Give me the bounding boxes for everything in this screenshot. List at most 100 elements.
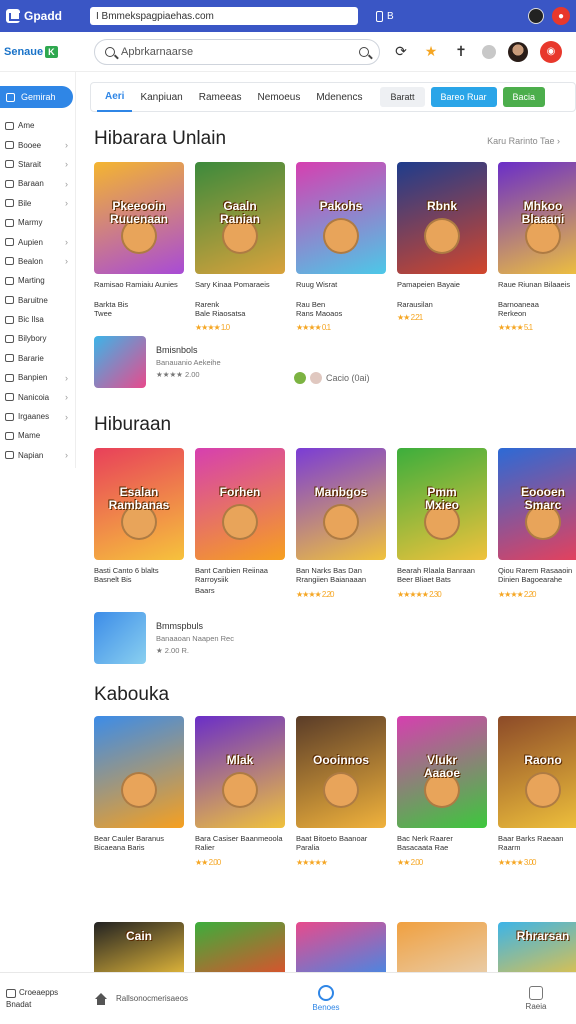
sidebar-item[interactable]: Bealon › bbox=[0, 252, 75, 271]
tab-4[interactable]: Mdenencs bbox=[308, 82, 370, 112]
app-card[interactable]: Manbgos Ban Narks Bas Dan Rrangiien Baian… bbox=[296, 448, 386, 599]
app-thumbnail[interactable]: Vlukr Aaaoe bbox=[397, 716, 487, 828]
app-card[interactable]: Pmm Mxieo Bearah Rlaala Banraan Beer Blia… bbox=[397, 448, 487, 599]
bottom-nav-left[interactable]: Croeaepps Bnadat bbox=[0, 987, 76, 1009]
sidebar-item[interactable]: Nanicoia › bbox=[0, 387, 75, 406]
app-thumbnail[interactable] bbox=[94, 716, 184, 828]
search-input[interactable]: Apbrkarnaarse bbox=[121, 46, 353, 58]
primary-action-button[interactable]: Bareo Ruar bbox=[430, 87, 497, 107]
app-thumbnail[interactable]: Manbgos bbox=[296, 448, 386, 560]
app-card[interactable]: Rhrarsan bbox=[498, 922, 576, 972]
tab-3[interactable]: Nemoeus bbox=[250, 82, 309, 112]
sidebar-item[interactable]: Marmy bbox=[0, 213, 75, 232]
bottom-nav-more[interactable]: Raeia bbox=[496, 986, 576, 1011]
chevron-right-icon: › bbox=[65, 140, 68, 151]
app-card[interactable]: Mlak Bara Casiser Baanmeoola Ralier ★★ 2.0… bbox=[195, 716, 285, 867]
device-indicator[interactable]: B bbox=[376, 10, 394, 22]
app-thumbnail[interactable]: Mhkoo Blaaani bbox=[498, 162, 576, 274]
app-thumbnail[interactable] bbox=[195, 922, 285, 972]
sidebar-item[interactable]: Bararie bbox=[0, 349, 75, 368]
app-thumbnail[interactable]: Rbnk bbox=[397, 162, 487, 274]
pill-filter[interactable]: Cacio (0ai) bbox=[294, 372, 370, 384]
app-thumbnail[interactable] bbox=[296, 922, 386, 972]
see-all-link[interactable]: Karu Rarinto Tae › bbox=[487, 136, 560, 146]
sidebar-item[interactable]: Baraan › bbox=[0, 174, 75, 193]
status-dot-icon[interactable] bbox=[482, 44, 496, 59]
sidebar-item-label: Bilybory bbox=[18, 334, 47, 344]
sidebar-item[interactable]: Aupien › bbox=[0, 232, 75, 251]
mini-app-1[interactable]: Bmisnbols Banauanio Aekeihe ★★★★ 2.00 bbox=[94, 336, 221, 388]
browser-notification-icon[interactable]: ● bbox=[552, 7, 570, 25]
app-card[interactable]: Rbnk Pamapeien Bayaie Rarausilan ★★ 2.21 bbox=[397, 162, 487, 332]
app-thumbnail[interactable]: Oooinnos bbox=[296, 716, 386, 828]
app-thumbnail[interactable]: Pmm Mxieo bbox=[397, 448, 487, 560]
sidebar-item-label: Mame bbox=[18, 431, 41, 441]
app-card[interactable]: Vlukr Aaaoe Bac Nerk Raarer Basacaata Rae… bbox=[397, 716, 487, 867]
app-card[interactable] bbox=[195, 922, 285, 972]
app-card[interactable]: Pakohs Ruug Wisrat Rau Ben Rans Maoaos ★★★★ … bbox=[296, 162, 386, 332]
app-card[interactable]: Pkeeooin Ruuenaan Ramisao Ramiaiu Aunies B… bbox=[94, 162, 184, 332]
sidebar-item-active[interactable]: Gemirah bbox=[0, 86, 73, 108]
sidebar-item[interactable]: Bile › bbox=[0, 194, 75, 213]
tab-0[interactable]: Aeri bbox=[97, 82, 133, 112]
sidebar-item[interactable]: Mame bbox=[0, 426, 75, 445]
sidebar-item[interactable]: Bic Ilsa bbox=[0, 310, 75, 329]
app-thumbnail[interactable]: Rhrarsan bbox=[498, 922, 576, 972]
app-thumbnail[interactable]: Gaaln Ranian bbox=[195, 162, 285, 274]
app-card[interactable]: Forhen Bant Canbien Reiinaa Rarroysiik Baa… bbox=[195, 448, 285, 599]
app-card[interactable] bbox=[397, 922, 487, 972]
sidebar-item[interactable]: Ame bbox=[0, 116, 75, 135]
search-submit-icon[interactable] bbox=[359, 46, 369, 57]
app-thumbnail[interactable]: Mlak bbox=[195, 716, 285, 828]
tab-2[interactable]: Rameeas bbox=[191, 82, 250, 112]
sidebar-item-icon bbox=[5, 431, 14, 440]
sidebar-item[interactable]: Irgaanes › bbox=[0, 407, 75, 426]
notifications-icon[interactable]: ◉ bbox=[540, 40, 562, 63]
filter-button[interactable]: Baratt bbox=[380, 87, 425, 107]
app-card[interactable]: Esalan Rambanas Basti Canto 6 blalts Basn… bbox=[94, 448, 184, 599]
sidebar-item[interactable]: Banpien › bbox=[0, 368, 75, 387]
user-avatar[interactable] bbox=[508, 41, 528, 62]
brand-logo[interactable]: Senaue K bbox=[0, 45, 80, 58]
thumbnail-title: Esalan Rambanas bbox=[108, 485, 170, 512]
mini-app-2[interactable]: Bmmspbuls Banaaoan Naapen Rec ★ 2.00 R. bbox=[94, 612, 234, 664]
app-thumbnail[interactable]: Pkeeooin Ruuenaan bbox=[94, 162, 184, 274]
sidebar-item[interactable]: Marting bbox=[0, 271, 75, 290]
chevron-right-icon: › bbox=[65, 237, 68, 248]
app-thumbnail[interactable]: Eoooen Smarc bbox=[498, 448, 576, 560]
app-row-1: Pkeeooin Ruuenaan Ramisao Ramiaiu Aunies B… bbox=[94, 162, 576, 332]
tab-1[interactable]: Kanpiuan bbox=[132, 82, 190, 112]
app-thumbnail[interactable]: Esalan Rambanas bbox=[94, 448, 184, 560]
app-card[interactable]: Mhkoo Blaaani Raue Riunan Bilaaeis Barnoan… bbox=[498, 162, 576, 332]
pin-icon[interactable]: ✝ bbox=[452, 43, 470, 61]
app-logo[interactable]: Gpadd bbox=[6, 9, 62, 23]
browser-avatar[interactable] bbox=[528, 8, 544, 24]
refresh-icon[interactable]: ⟳ bbox=[392, 43, 410, 61]
star-icon[interactable]: ★ bbox=[422, 43, 440, 61]
sidebar-item[interactable]: Booee › bbox=[0, 135, 75, 154]
app-thumbnail[interactable]: Pakohs bbox=[296, 162, 386, 274]
search-field[interactable]: Apbrkarnaarse bbox=[94, 38, 380, 65]
app-thumbnail[interactable]: Cain bbox=[94, 922, 184, 972]
app-thumbnail[interactable]: Raono bbox=[498, 716, 576, 828]
url-bar[interactable]: I Bmmekspagpiaehas.com bbox=[90, 7, 358, 25]
browser-bar: Gpadd I Bmmekspagpiaehas.com B ● bbox=[0, 0, 576, 32]
app-card[interactable] bbox=[296, 922, 386, 972]
sidebar-item[interactable]: Baruitne bbox=[0, 291, 75, 310]
bottom-nav-home[interactable]: Rallsonocmerisaeos bbox=[76, 992, 256, 1005]
app-card[interactable]: Oooinnos Baat Bitoeto Baanoar Paralia ★★★★… bbox=[296, 716, 386, 867]
thumbnail-title: Rbnk bbox=[427, 199, 457, 213]
app-name: Bearah Rlaala Banraan Beer Bliaet Bats bbox=[397, 566, 475, 585]
app-card[interactable]: Raono Baar Barks Raeaan Raarm ★★★★ 3.00 bbox=[498, 716, 576, 867]
app-card[interactable]: Bear Cauler Baranus Bicaeana Baris bbox=[94, 716, 184, 867]
app-card[interactable]: Gaaln Ranian Sary Kinaa Pomaraeis Rarenk Ba… bbox=[195, 162, 285, 332]
secondary-action-button[interactable]: Bacia bbox=[502, 87, 546, 107]
sidebar-item[interactable]: Bilybory bbox=[0, 329, 75, 348]
bottom-nav-games[interactable]: Benoes bbox=[276, 985, 376, 1012]
app-card[interactable]: Eoooen Smarc Qiou Rarem Rasaaoin Dinien B… bbox=[498, 448, 576, 599]
app-thumbnail[interactable] bbox=[397, 922, 487, 972]
app-card[interactable]: Cain bbox=[94, 922, 184, 972]
sidebar-item[interactable]: Starait › bbox=[0, 155, 75, 174]
app-thumbnail[interactable]: Forhen bbox=[195, 448, 285, 560]
sidebar-item[interactable]: Napian › bbox=[0, 446, 75, 465]
